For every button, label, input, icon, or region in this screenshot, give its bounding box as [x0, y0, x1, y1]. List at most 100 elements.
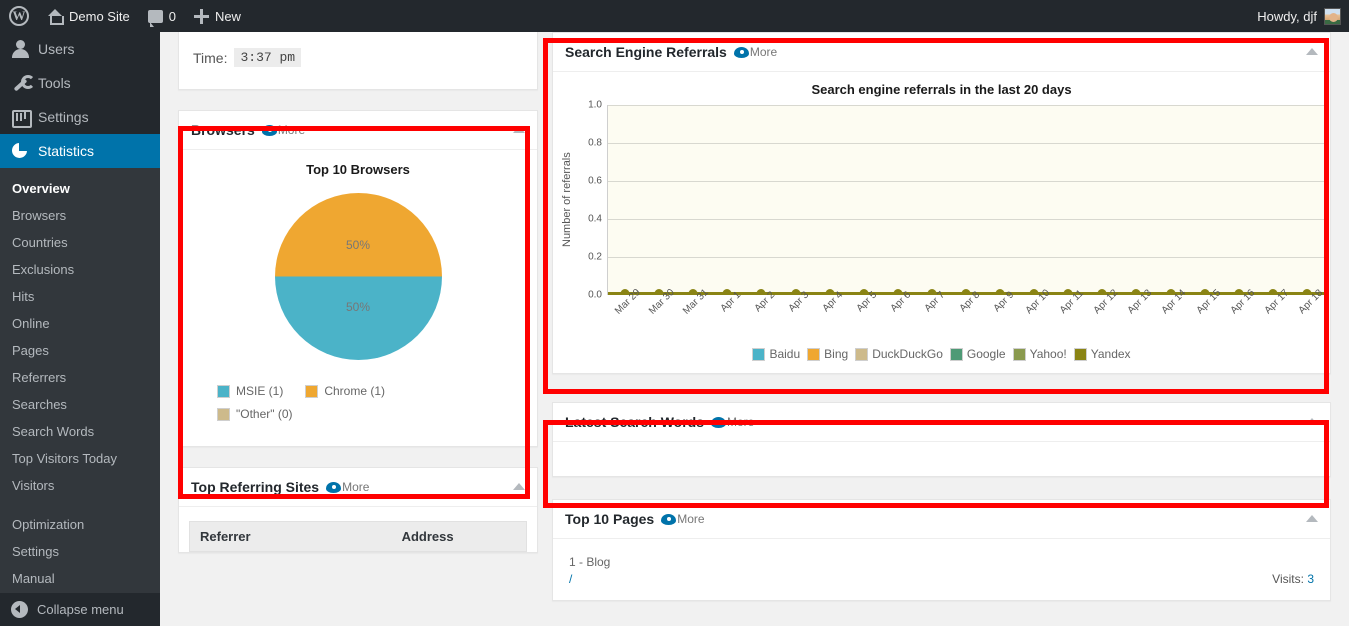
settings-icon [11, 108, 32, 128]
legend-label: Yandex [1090, 347, 1131, 361]
admin-bar: W Demo Site 0 New Howdy, djf [0, 0, 1349, 32]
sidebar-item-hits[interactable]: Hits [0, 283, 160, 310]
sidebar-item-tools[interactable]: Tools [0, 66, 160, 100]
legend-swatch [1073, 347, 1087, 361]
top-pages-title: Top 10 Pages [565, 511, 655, 527]
statistics-submenu: Overview Browsers Countries Exclusions H… [0, 168, 160, 600]
latest-search-words-more-link[interactable]: More [711, 415, 754, 429]
referring-sites-more-link[interactable]: More [326, 480, 369, 494]
sidebar-item-statistics[interactable]: Statistics [0, 134, 168, 168]
comments-button[interactable]: 0 [139, 0, 185, 32]
sidebar-item-optimization[interactable]: Optimization [0, 511, 160, 538]
sidebar-item-search-words[interactable]: Search Words [0, 418, 160, 445]
y-tick-label: 0.6 [588, 175, 602, 187]
legend-label: MSIE (1) [236, 384, 284, 398]
sidebar-item-visitors[interactable]: Visitors [0, 472, 160, 499]
sidebar-item-settings[interactable]: Settings [0, 100, 160, 134]
chevron-up-icon[interactable] [1306, 48, 1318, 55]
sidebar-item-countries[interactable]: Countries [0, 229, 160, 256]
sidebar-item-searches[interactable]: Searches [0, 391, 160, 418]
statistics-pie-icon [11, 142, 29, 160]
legend-item-duckduckgo: DuckDuckGo [855, 347, 943, 361]
chevron-up-icon[interactable] [513, 483, 525, 490]
column-header-address: Address [401, 529, 454, 544]
legend-item-baidu: Baidu [752, 347, 800, 361]
more-label: More [749, 45, 778, 59]
y-tick-label: 0.4 [588, 213, 602, 225]
pie-legend-row: "Other" (0) [217, 407, 525, 421]
legend-swatch [305, 384, 319, 398]
search-engine-more-link[interactable]: More [733, 45, 778, 59]
browsers-panel-title: Browsers [191, 122, 255, 138]
latest-search-words-body [553, 442, 1330, 476]
y-tick-label: 0.8 [588, 137, 602, 149]
referring-sites-table: Referrer Address [189, 521, 527, 552]
legend-item-yahoo: Yahoo! [1012, 347, 1067, 361]
sidebar-item-browsers[interactable]: Browsers [0, 202, 160, 229]
list-item: 1 - Blog / Visits: 3 [565, 551, 1318, 588]
legend-label: Baidu [769, 347, 801, 361]
eye-icon [326, 481, 342, 493]
sidebar-item-exclusions[interactable]: Exclusions [0, 256, 160, 283]
y-axis-ticks: 0.0 0.2 0.4 0.6 0.8 1.0 [575, 100, 607, 301]
sidebar-item-top-visitors-today[interactable]: Top Visitors Today [0, 445, 160, 472]
new-content-button[interactable]: New [185, 0, 250, 32]
more-label: More [677, 512, 705, 526]
browsers-panel-header: Browsers More [179, 111, 537, 150]
more-label: More [342, 480, 370, 494]
pie-legend: MSIE (1) Chrome (1) "Other" (0) [191, 366, 525, 434]
sidebar-item-overview[interactable]: Overview [0, 175, 160, 202]
column-header-referrer: Referrer [200, 529, 251, 544]
admin-sidebar: Users Tools Settings Statistics Overview… [0, 0, 168, 626]
legend-item-yandex: Yandex [1073, 347, 1131, 361]
referring-sites-panel-body: Referrer Address [179, 507, 537, 552]
sidebar-item-label: Statistics [38, 143, 95, 159]
legend-item-msie: MSIE (1) [217, 384, 283, 398]
line-chart: Number of referrals 0.0 0.2 0.4 0.6 0.8 1.0 [559, 100, 1324, 301]
legend-label: "Other" (0) [236, 407, 293, 421]
sidebar-item-referrers[interactable]: Referrers [0, 364, 160, 391]
top-pages-more-link[interactable]: More [661, 512, 705, 526]
legend-swatch [949, 347, 963, 361]
y-tick-label: 0.2 [588, 251, 602, 263]
legend-label: Bing [824, 347, 849, 361]
latest-search-words-header: Latest Search Words More [553, 403, 1330, 442]
chevron-up-icon[interactable] [1306, 418, 1318, 425]
site-name-button[interactable]: Demo Site [38, 0, 139, 32]
time-label: Time: [193, 49, 228, 66]
y-axis-label: Number of referrals [561, 152, 573, 248]
legend-label: Google [966, 347, 1006, 361]
gridline [608, 181, 1324, 182]
legend-swatch [807, 347, 821, 361]
referring-sites-panel-header: Top Referring Sites More [179, 468, 537, 507]
sidebar-item-online[interactable]: Online [0, 310, 160, 337]
wordpress-logo-button[interactable]: W [0, 0, 38, 32]
page-url-link[interactable]: / [569, 572, 572, 586]
page-visits: Visits: 3 [1272, 572, 1314, 586]
browsers-more-link[interactable]: More [261, 123, 305, 137]
collapse-arrow-icon [11, 601, 28, 618]
sidebar-item-manual[interactable]: Manual [0, 565, 160, 592]
chevron-up-icon[interactable] [1306, 515, 1318, 522]
search-engine-panel-body: Search engine referrals in the last 20 d… [553, 72, 1330, 373]
sidebar-item-users[interactable]: Users [0, 32, 160, 66]
search-engine-panel-title: Search Engine Referrals [565, 44, 727, 60]
account-menu[interactable]: Howdy, djf [1257, 7, 1349, 25]
users-icon [11, 40, 29, 58]
sidebar-item-pages[interactable]: Pages [0, 337, 160, 364]
wordpress-logo-icon: W [9, 6, 29, 26]
tools-icon [11, 74, 35, 92]
pie-shape: 50% 50% [274, 193, 442, 360]
right-column: Search Engine Referrals More Search engi… [552, 32, 1331, 621]
chevron-up-icon[interactable] [513, 126, 525, 133]
legend-swatch [855, 347, 869, 361]
legend-label: Yahoo! [1029, 347, 1067, 361]
visits-count: 3 [1307, 572, 1314, 586]
pie-chart-title: Top 10 Browsers [306, 162, 410, 177]
eye-icon [261, 124, 277, 136]
gridline [608, 219, 1324, 220]
comments-count: 0 [168, 8, 176, 24]
collapse-menu-button[interactable]: Collapse menu [0, 592, 160, 626]
sidebar-item-settings-sub[interactable]: Settings [0, 538, 160, 565]
eye-icon [661, 513, 677, 525]
